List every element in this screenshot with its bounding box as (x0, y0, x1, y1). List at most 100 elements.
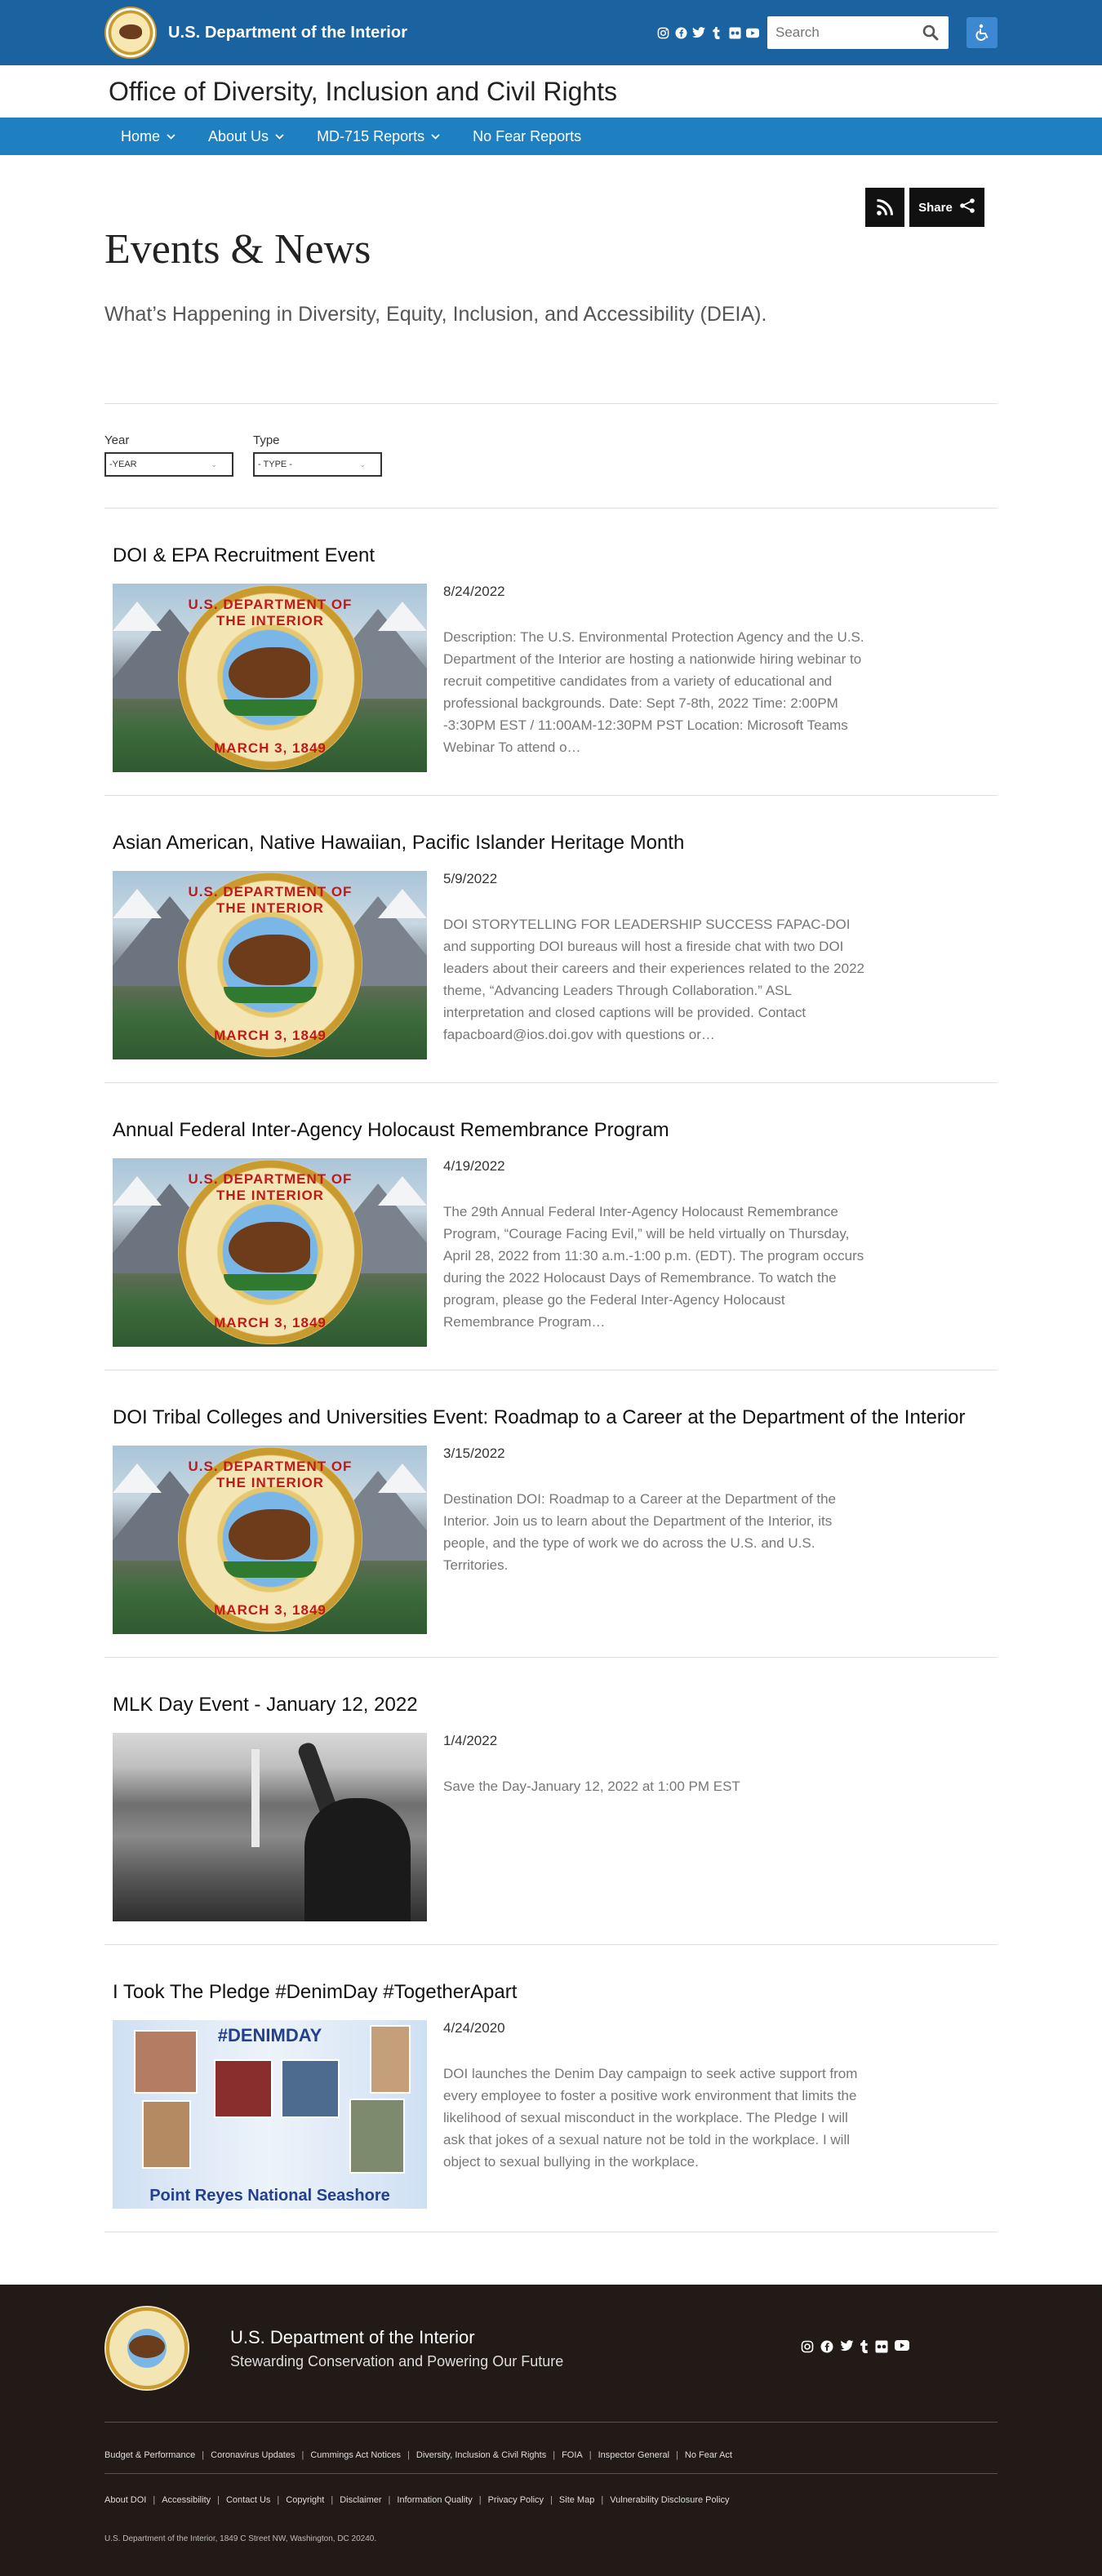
facebook-icon[interactable] (820, 2340, 833, 2357)
flickr-icon[interactable] (875, 2340, 888, 2357)
event-title-link[interactable]: Asian American, Native Hawaiian, Pacific… (113, 832, 989, 855)
event-date: 1/4/2022 (443, 1733, 498, 1748)
event-image-doi-seal[interactable]: U.S. DEPARTMENT OF THE INTERIOR MARCH 3,… (113, 871, 427, 1059)
search-icon[interactable] (921, 23, 940, 42)
footer-link-accessibility[interactable]: Accessibility (162, 2495, 211, 2505)
main-nav: Home About Us MD-715 Reports No Fear Rep… (0, 118, 1102, 155)
footer-link-disclaimer[interactable]: Disclaimer (340, 2495, 381, 2505)
twitter-icon[interactable] (692, 26, 705, 39)
year-select-value: -YEAR (109, 460, 137, 469)
share-toolbar: Share (865, 188, 984, 227)
year-filter: Year -YEAR ⌄ (104, 433, 233, 477)
footer-link-cummings-act[interactable]: Cummings Act Notices (310, 2450, 401, 2460)
social-links (656, 26, 759, 39)
type-filter-label: Type (253, 433, 280, 447)
share-button[interactable]: Share (909, 188, 984, 227)
event-image-doi-seal[interactable]: U.S. DEPARTMENT OF THE INTERIOR MARCH 3,… (113, 1158, 427, 1347)
event-image-mlk-photo[interactable] (113, 1733, 427, 1921)
footer-link-diversity[interactable]: Diversity, Inclusion & Civil Rights (416, 2450, 546, 2460)
youtube-icon[interactable] (895, 2339, 909, 2357)
seal-text-top: U.S. DEPARTMENT OF THE INTERIOR (188, 1171, 353, 1203)
tumblr-icon[interactable] (860, 2339, 869, 2357)
seal-text-bottom: MARCH 3, 1849 (214, 1602, 327, 1618)
site-header: U.S. Department of the Interior (0, 0, 1102, 65)
event-image-doi-seal[interactable]: U.S. DEPARTMENT OF THE INTERIOR MARCH 3,… (113, 1446, 427, 1634)
doi-seal-graphic: U.S. DEPARTMENT OF THE INTERIOR MARCH 3,… (178, 1447, 362, 1632)
site-title[interactable]: U.S. Department of the Interior (168, 24, 407, 42)
event-title-link[interactable]: DOI Tribal Colleges and Universities Eve… (113, 1406, 989, 1429)
chevron-down-icon (275, 131, 284, 142)
seal-text-top: U.S. DEPARTMENT OF THE INTERIOR (188, 884, 353, 916)
footer-link-contact-us[interactable]: Contact Us (226, 2495, 270, 2505)
event-title-link[interactable]: I Took The Pledge #DenimDay #TogetherApa… (113, 1981, 989, 2004)
event-description: DOI STORYTELLING FOR LEADERSHIP SUCCESS … (443, 917, 864, 1042)
footer-link-site-map[interactable]: Site Map (559, 2495, 594, 2505)
footer-link-vulnerability-disclosure[interactable]: Vulnerability Disclosure Policy (610, 2495, 729, 2505)
office-title[interactable]: Office of Diversity, Inclusion and Civil… (109, 77, 617, 107)
share-icon (959, 198, 975, 217)
search-input[interactable] (775, 24, 914, 41)
event-date: 8/24/2022 (443, 584, 505, 599)
year-select[interactable]: -YEAR ⌄ (104, 452, 233, 477)
instagram-icon[interactable] (656, 26, 669, 39)
footer-link-foia[interactable]: FOIA (562, 2450, 583, 2460)
footer-link-information-quality[interactable]: Information Quality (397, 2495, 472, 2505)
search-form (767, 16, 949, 49)
footer-social-links (801, 2339, 909, 2357)
seal-text-top: U.S. DEPARTMENT OF THE INTERIOR (188, 1459, 353, 1490)
nav-item-label: MD-715 Reports (317, 127, 425, 144)
footer-tagline: Stewarding Conservation and Powering Our… (230, 2352, 564, 2369)
dropdown-caret-icon: ⌄ (211, 460, 217, 469)
dropdown-caret-icon: ⌄ (359, 460, 366, 469)
footer-doi-logo[interactable] (104, 2306, 189, 2391)
footer-link-about-doi[interactable]: About DOI (104, 2495, 146, 2505)
twitter-icon[interactable] (840, 2339, 854, 2357)
doi-seal-graphic: U.S. DEPARTMENT OF THE INTERIOR MARCH 3,… (178, 873, 362, 1057)
event-item: DOI & EPA Recruitment Event U.S. DEPARTM… (104, 509, 998, 796)
footer-link-privacy-policy[interactable]: Privacy Policy (488, 2495, 544, 2505)
flickr-icon[interactable] (728, 26, 741, 39)
tumblr-icon[interactable] (710, 26, 723, 39)
instagram-icon[interactable] (801, 2340, 814, 2357)
event-image-denim-day[interactable]: #DENIMDAY Point Reyes National Seashore (113, 2020, 427, 2209)
footer-link-inspector-general[interactable]: Inspector General (598, 2450, 669, 2460)
seal-text-bottom: MARCH 3, 1849 (214, 1315, 327, 1330)
nav-item-label: No Fear Reports (473, 127, 582, 144)
nav-item-about-us[interactable]: About Us (208, 128, 284, 145)
type-filter: Type - TYPE - ⌄ (253, 433, 382, 477)
youtube-icon[interactable] (746, 26, 759, 39)
facebook-icon[interactable] (674, 26, 687, 39)
nav-item-label: About Us (208, 127, 269, 144)
event-title-link[interactable]: MLK Day Event - January 12, 2022 (113, 1694, 989, 1717)
event-title-link[interactable]: DOI & EPA Recruitment Event (113, 544, 989, 567)
nav-item-md715-reports[interactable]: MD-715 Reports (317, 128, 440, 145)
rss-icon[interactable] (865, 188, 904, 227)
image-footer-text: Point Reyes National Seashore (149, 2187, 390, 2205)
event-description: Destination DOI: Roadmap to a Career at … (443, 1491, 836, 1573)
chevron-down-icon (431, 131, 440, 142)
share-label: Share (918, 200, 953, 215)
footer-link-no-fear-act[interactable]: No Fear Act (685, 2450, 732, 2460)
event-image-doi-seal[interactable]: U.S. DEPARTMENT OF THE INTERIOR MARCH 3,… (113, 584, 427, 772)
nav-item-no-fear-reports[interactable]: No Fear Reports (473, 128, 581, 145)
event-title-link[interactable]: Annual Federal Inter-Agency Holocaust Re… (113, 1119, 989, 1142)
footer-address: U.S. Department of the Interior, 1849 C … (104, 2534, 377, 2543)
footer-link-budget[interactable]: Budget & Performance (104, 2450, 195, 2460)
site-footer: U.S. Department of the Interior Stewardi… (0, 2285, 1102, 2576)
type-select[interactable]: - TYPE - ⌄ (253, 452, 382, 477)
doi-seal-graphic: U.S. DEPARTMENT OF THE INTERIOR MARCH 3,… (178, 1160, 362, 1344)
event-date: 3/15/2022 (443, 1446, 505, 1461)
nav-item-home[interactable]: Home (121, 128, 176, 145)
event-item: Asian American, Native Hawaiian, Pacific… (104, 796, 998, 1083)
accessibility-icon[interactable] (966, 17, 998, 48)
event-list: DOI & EPA Recruitment Event U.S. DEPARTM… (104, 509, 998, 2232)
seal-text-bottom: MARCH 3, 1849 (214, 740, 327, 756)
event-item: DOI Tribal Colleges and Universities Eve… (104, 1370, 998, 1658)
nav-item-label: Home (121, 127, 161, 144)
footer-link-copyright[interactable]: Copyright (286, 2495, 324, 2505)
event-description: Description: The U.S. Environmental Prot… (443, 629, 864, 755)
event-description: DOI launches the Denim Day campaign to s… (443, 2066, 858, 2170)
filter-bar: Year -YEAR ⌄ Type - TYPE - ⌄ (104, 404, 998, 508)
doi-logo[interactable] (104, 7, 157, 59)
footer-link-coronavirus[interactable]: Coronavirus Updates (211, 2450, 295, 2460)
